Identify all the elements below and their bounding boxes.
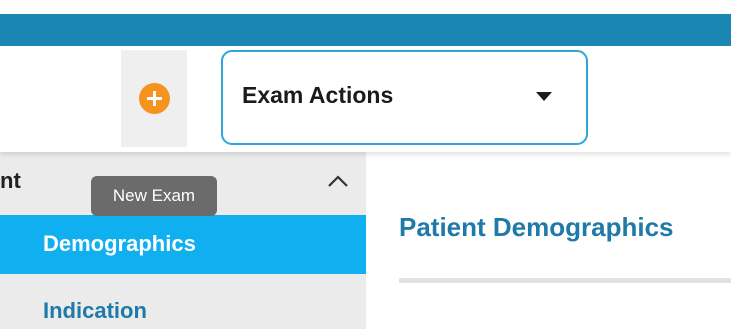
sidebar-item-indication[interactable]: Indication [0,279,366,329]
window-top-strip [0,0,731,14]
exam-actions-label: Exam Actions [242,82,394,108]
caret-down-icon [536,92,552,101]
sidebar-item-label: Indication [43,298,147,323]
new-exam-tooltip: New Exam [91,176,217,216]
main-content: Patient Demographics [366,152,731,329]
sidebar-item-demographics[interactable]: Demographics [0,215,366,274]
new-exam-button[interactable] [121,50,187,147]
exam-toolbar: Exam Actions [0,46,731,152]
exam-actions-dropdown[interactable]: Exam Actions [221,50,588,145]
section-divider [399,278,731,283]
page-title: Patient Demographics [399,212,674,242]
chevron-up-icon[interactable] [327,174,349,193]
plus-icon [138,83,170,114]
app-header-bar [0,14,731,46]
sidebar-section-title: nt [0,168,21,193]
sidebar-item-label: Demographics [43,231,196,256]
